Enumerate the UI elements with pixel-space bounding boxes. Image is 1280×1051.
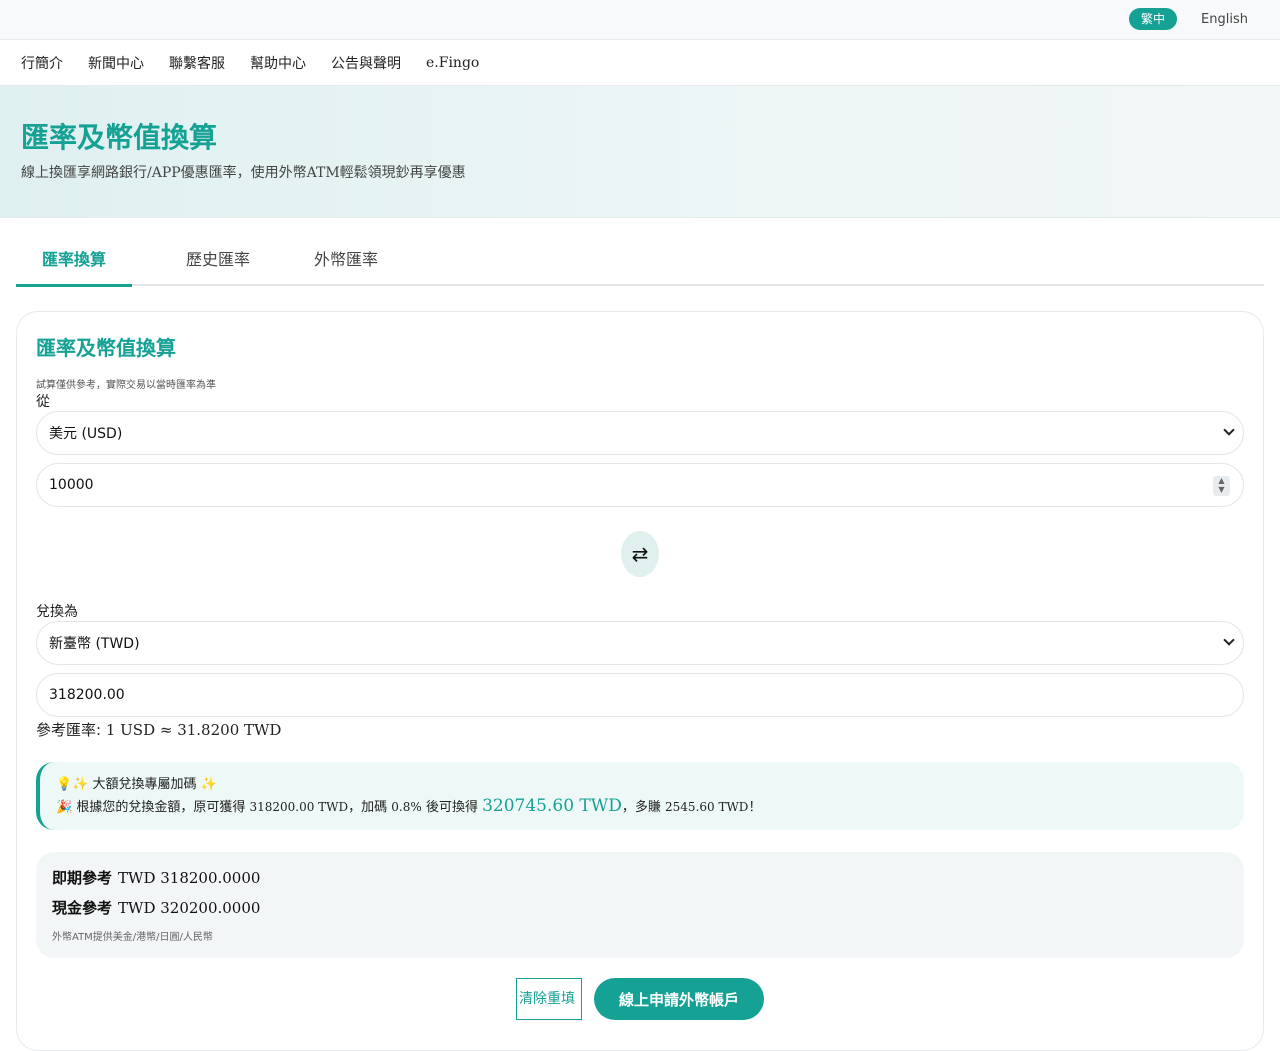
- from-amount-value: 10000: [49, 477, 94, 493]
- to-label: 兌換為: [36, 604, 78, 620]
- promo-bonus-pct: 0.8%: [391, 800, 422, 814]
- nav-item-efingo[interactable]: e.Fingo: [426, 55, 479, 71]
- promo-mid2: 後可換得: [425, 800, 478, 815]
- bonus-promo-box: 💡✨ 大額兌換專屬加碼 ✨ 🎉 根據您的兌換金額，原可獲得 318200.00 …: [36, 762, 1244, 830]
- promo-mid: ，加碼: [348, 800, 388, 815]
- nav-item-news[interactable]: 新聞中心: [88, 53, 144, 73]
- main-nav: 行簡介 新聞中心 聯繫客服 幫助中心 公告與聲明 e.Fingo: [0, 40, 1280, 86]
- tab-converter[interactable]: 匯率換算: [16, 240, 132, 287]
- nav-item-about[interactable]: 行簡介: [21, 53, 63, 73]
- cash-reference-row: 現金參考 TWD 320200.0000: [52, 898, 1228, 918]
- swap-currency-button[interactable]: ⇄: [621, 531, 659, 577]
- converter-title: 匯率及幣值換算: [36, 336, 176, 360]
- lang-en-link[interactable]: English: [1201, 12, 1248, 27]
- page-subtitle: 線上換匯享網路銀行/APP優惠匯率，使用外幣ATM輕鬆領現鈔再享優惠: [21, 165, 466, 181]
- tab-bar: 匯率換算 歷史匯率 外幣匯率: [16, 240, 1264, 287]
- swap-icon: ⇄: [631, 542, 649, 566]
- language-switcher: 繁中 English: [1129, 8, 1248, 30]
- spot-label: 即期參考: [52, 869, 113, 887]
- spot-value: TWD 318200.0000: [118, 869, 261, 887]
- from-amount-input[interactable]: 10000 ▲ ▼: [36, 463, 1244, 507]
- rate-label: 參考匯率:: [36, 721, 102, 739]
- nav-item-help[interactable]: 幫助中心: [250, 53, 306, 73]
- to-amount-value: 318200.00: [49, 687, 125, 703]
- cash-value: TWD 320200.0000: [118, 899, 261, 917]
- promo-mid3: ，多賺: [621, 800, 661, 815]
- reference-rate: 參考匯率: 1 USD ≈ 31.8200 TWD: [36, 719, 1244, 740]
- chevron-down-icon: [1223, 634, 1235, 646]
- promo-suffix: ！: [748, 800, 762, 815]
- promo-prefix: 🎉 根據您的兌換金額，原可獲得: [56, 800, 246, 815]
- top-utility-bar: 繁中 English: [0, 0, 1280, 40]
- spot-reference-row: 即期參考 TWD 318200.0000: [52, 868, 1228, 888]
- nav-item-contact[interactable]: 聯繫客服: [169, 53, 225, 73]
- from-currency-select[interactable]: 美元 (USD): [36, 411, 1244, 455]
- hero-banner: 匯率及幣值換算 線上換匯享網路銀行/APP優惠匯率，使用外幣ATM輕鬆領現鈔再享…: [0, 86, 1280, 218]
- chevron-down-icon: [1223, 424, 1235, 436]
- page-title: 匯率及幣值換算: [21, 121, 218, 154]
- atm-note: 外幣ATM提供美金/港幣/日圓/人民幣: [52, 932, 213, 943]
- apply-account-button[interactable]: 線上申請外幣帳戶: [594, 978, 764, 1020]
- disclaimer-note: 試算僅供參考，實際交易以當時匯率為準: [36, 380, 216, 391]
- action-buttons: 清除重填 線上申請外幣帳戶: [36, 978, 1244, 1020]
- lang-zh-button[interactable]: 繁中: [1129, 8, 1178, 30]
- to-amount-output[interactable]: 318200.00: [36, 673, 1244, 717]
- reference-rates-box: 即期參考 TWD 318200.0000 現金參考 TWD 320200.0000 …: [36, 852, 1244, 958]
- promo-title: 💡✨ 大額兌換專屬加碼 ✨: [56, 777, 217, 792]
- clear-button[interactable]: 清除重填: [516, 978, 582, 1020]
- rate-value: 1 USD ≈ 31.8200 TWD: [105, 721, 282, 739]
- tab-history[interactable]: 歷史匯率: [148, 240, 288, 284]
- to-currency-value: 新臺幣 (TWD): [49, 636, 140, 652]
- promo-body: 🎉 根據您的兌換金額，原可獲得 318200.00 TWD，加碼 0.8% 後可…: [56, 796, 1228, 818]
- from-label: 從: [36, 394, 50, 410]
- promo-extra-amount: 2545.60 TWD: [665, 800, 749, 814]
- to-currency-select[interactable]: 新臺幣 (TWD): [36, 621, 1244, 665]
- converter-card: 匯率及幣值換算 試算僅供參考，實際交易以當時匯率為準 從 美元 (USD) 10…: [16, 311, 1264, 1051]
- tab-foreign-rates[interactable]: 外幣匯率: [276, 240, 416, 284]
- from-currency-value: 美元 (USD): [49, 426, 123, 442]
- number-stepper-icon[interactable]: ▲ ▼: [1213, 476, 1230, 496]
- promo-original-amount: 318200.00 TWD: [249, 800, 349, 814]
- cash-label: 現金參考: [52, 899, 113, 917]
- nav-item-announcements[interactable]: 公告與聲明: [331, 53, 401, 73]
- promo-total-amount: 320745.60 TWD: [482, 796, 622, 816]
